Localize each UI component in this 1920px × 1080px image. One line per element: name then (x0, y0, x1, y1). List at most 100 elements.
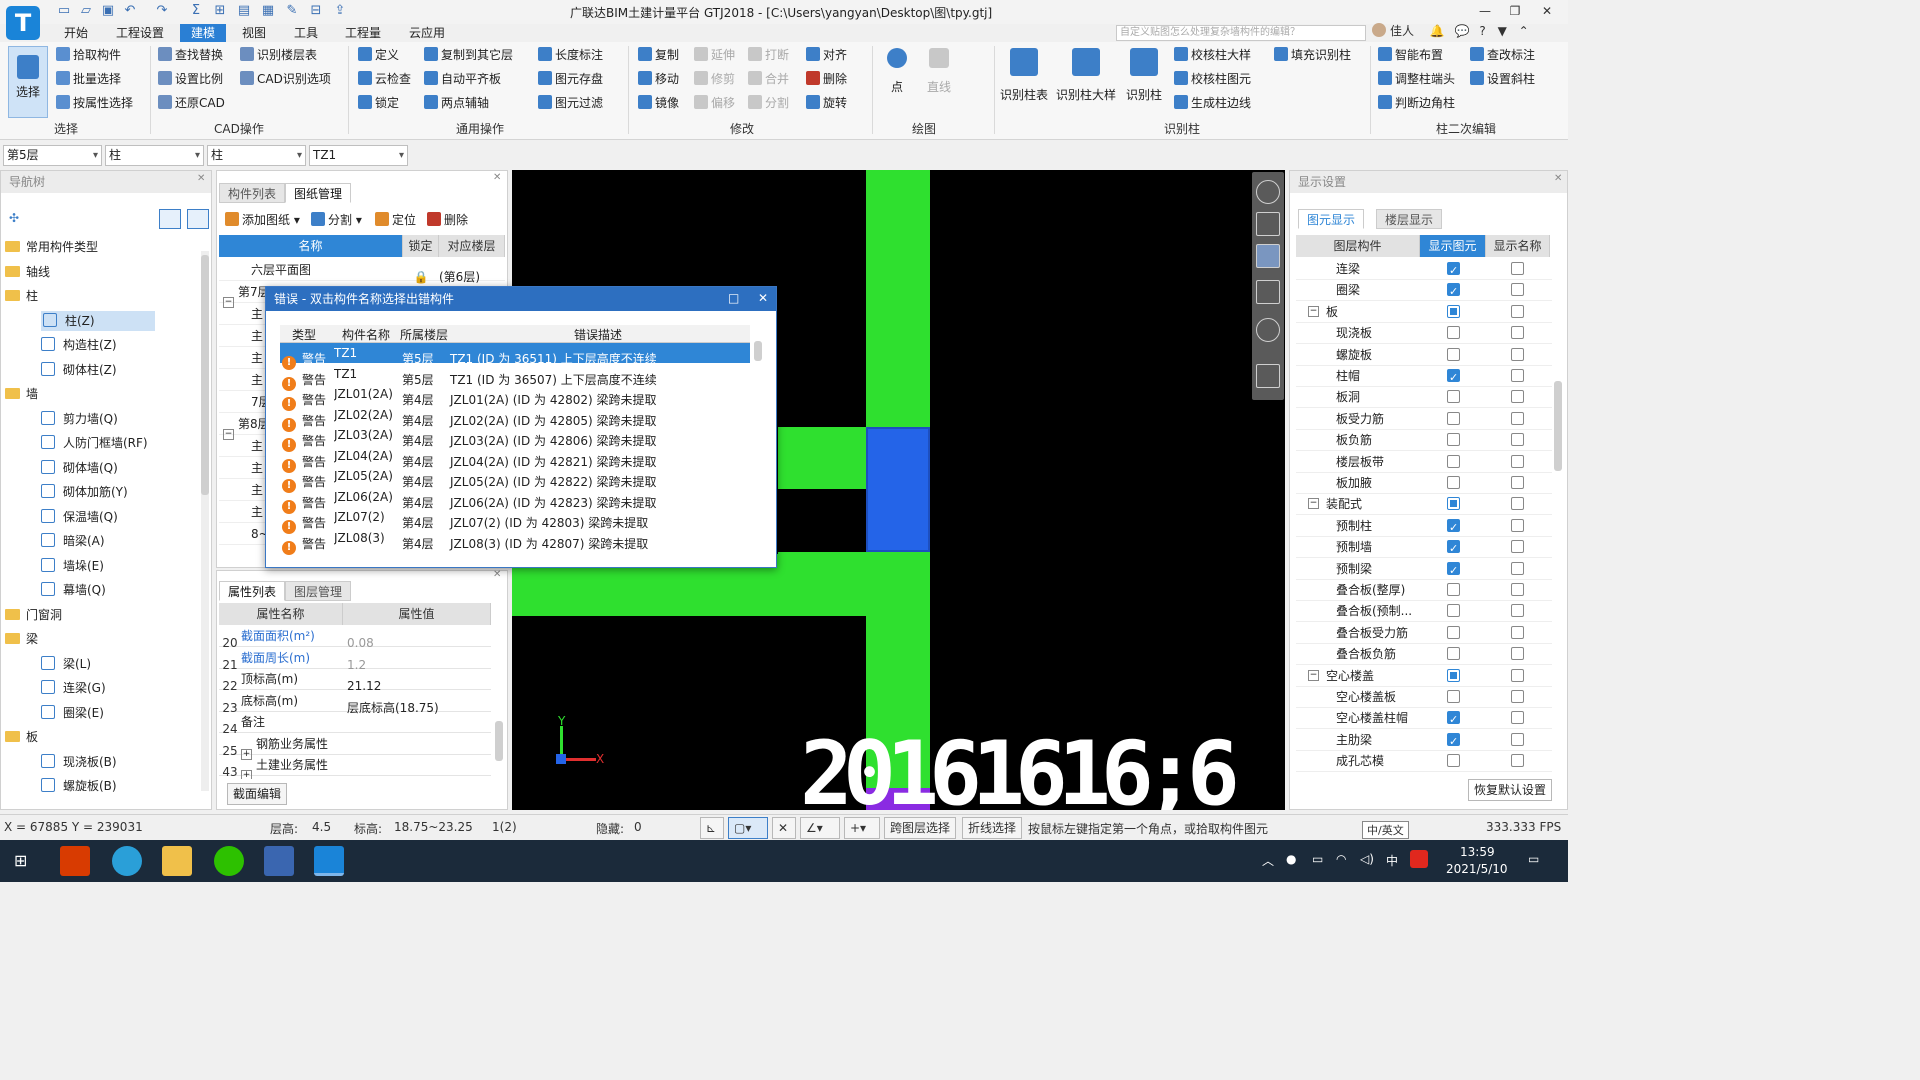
nav-item[interactable]: 梁(L) (41, 654, 91, 674)
angle-icon[interactable]: ∠▾ (800, 817, 840, 839)
type-select[interactable]: 柱 (207, 145, 306, 166)
close-icon[interactable]: ✕ (758, 291, 768, 305)
error-row[interactable]: ! 警告 JZL06(2A) 第4层 JZL06(2A) (ID 为 42823) 梁跨… (280, 487, 750, 514)
edge-browser-icon[interactable] (112, 846, 142, 876)
col-header-desc[interactable]: 错误描述 (574, 326, 622, 343)
section-edit-button[interactable]: 截面编辑 (227, 783, 288, 805)
col-header-component[interactable]: 构件名称 (342, 326, 390, 343)
box-view-icon[interactable] (1256, 280, 1280, 304)
show-name-checkbox[interactable] (1511, 369, 1524, 382)
volume-icon[interactable]: ◁) (1360, 852, 1374, 866)
nav-folder[interactable]: 板 (5, 727, 38, 747)
gtj-app-icon[interactable] (314, 846, 344, 876)
smart-layout-button[interactable]: 智能布置 (1378, 46, 1443, 64)
col-header-lock[interactable]: 锁定 (403, 235, 439, 257)
new-file-icon[interactable]: ▭ (56, 3, 72, 19)
expand-icon[interactable]: + (241, 770, 252, 779)
dynamic-input-icon[interactable]: ✕ (772, 817, 796, 839)
select-by-attr-button[interactable]: 按属性选择 (56, 94, 133, 112)
minimize-button[interactable]: — (1470, 2, 1500, 20)
help-search-input[interactable]: 自定义贴图怎么处理复杂墙构件的编辑？ (1116, 25, 1366, 41)
nav-item[interactable]: 人防门框墙(RF) (41, 433, 148, 453)
select-button[interactable]: 选择 (8, 46, 48, 118)
battery-icon[interactable]: ▭ (1312, 852, 1323, 866)
list-view-icon[interactable] (159, 209, 181, 229)
ortho-icon[interactable]: ⊾ (700, 817, 724, 839)
prop-scrollbar[interactable] (495, 721, 503, 761)
table-row[interactable]: 24 备注 (219, 711, 491, 736)
show-element-checkbox[interactable] (1447, 347, 1460, 361)
grid-view-icon[interactable] (187, 209, 209, 229)
nav-item[interactable]: 暗梁(A) (41, 531, 105, 551)
green-beam-left-upper[interactable] (778, 427, 866, 489)
check-column-element-button[interactable]: 校核柱图元 (1174, 70, 1251, 88)
show-element-checkbox[interactable] (1447, 583, 1460, 596)
table-row[interactable]: 23 底标高(m) 层底标高(18.75) (219, 690, 491, 715)
nav-item[interactable]: 连梁(G) (41, 678, 106, 698)
tab-project-settings[interactable]: 工程设置 (110, 24, 170, 42)
show-name-checkbox[interactable] (1511, 604, 1524, 618)
batch-select-button[interactable]: 批量选择 (56, 70, 121, 88)
open-file-icon[interactable]: ▱ (78, 3, 94, 19)
show-element-checkbox[interactable] (1447, 517, 1460, 539)
tray-wechat-icon[interactable]: ● (1286, 852, 1296, 866)
collapse-icon[interactable]: − (1308, 669, 1319, 681)
show-name-checkbox[interactable] (1511, 283, 1524, 297)
layer-view-icon[interactable] (1256, 364, 1280, 388)
show-name-checkbox[interactable] (1511, 326, 1524, 340)
define-button[interactable]: 定义 (358, 46, 399, 64)
show-name-checkbox[interactable] (1511, 347, 1524, 361)
locate-button[interactable]: 定位 (375, 211, 416, 229)
set-slant-column-button[interactable]: 设置斜柱 (1470, 70, 1535, 88)
lock-button[interactable]: 锁定 (358, 94, 399, 112)
rotate-view-icon[interactable] (1256, 318, 1280, 342)
layer-row[interactable]: − 板 (1296, 301, 1552, 323)
show-element-checkbox[interactable] (1447, 454, 1460, 468)
error-row[interactable]: ! 警告 TZ1 第5层 TZ1 (ID 为 36507) 上下层高度不连续 (280, 364, 750, 391)
polyline-select-button[interactable]: 折线选择 (962, 817, 1023, 839)
show-element-checkbox[interactable] (1447, 304, 1460, 318)
col-header-floor[interactable]: 对应楼层 (439, 235, 505, 257)
close-icon[interactable]: ✕ (1554, 173, 1562, 184)
tray-chevron-icon[interactable]: ︿ (1262, 852, 1274, 869)
show-element-checkbox[interactable] (1447, 731, 1460, 753)
show-name-checkbox[interactable] (1511, 476, 1524, 489)
show-name-checkbox[interactable] (1511, 262, 1524, 275)
summary-icon[interactable]: ⊞ (212, 3, 228, 19)
office-icon[interactable] (60, 846, 90, 876)
nav-folder[interactable]: 常用构件类型 (5, 237, 98, 257)
pin-icon[interactable]: ⌃ (1519, 24, 1529, 38)
error-row[interactable]: ! 警告 JZL07(2) 第4层 JZL07(2) (ID 为 42803) 梁跨未提… (280, 507, 750, 534)
nav-item[interactable]: 砌体加筋(Y) (41, 482, 128, 502)
layer-row[interactable]: 空心楼盖板 (1296, 686, 1552, 708)
layer-row[interactable]: 楼层板带 (1296, 451, 1552, 473)
collapse-icon[interactable]: − (1308, 305, 1319, 317)
nav-folder[interactable]: 轴线 (5, 262, 50, 282)
layer-row[interactable]: − 空心楼盖 (1296, 665, 1552, 687)
copy-to-floor-button[interactable]: 复制到其它层 (424, 46, 513, 64)
error-row[interactable]: ! 警告 TZ1 第5层 TZ1 (ID 为 36511) 上下层高度不连续 (280, 343, 750, 370)
error-row[interactable]: ! 警告 JZL01(2A) 第4层 JZL01(2A) (ID 为 42802) 梁跨… (280, 384, 750, 411)
col-header-name[interactable]: 名称 (219, 235, 403, 257)
error-scrollbar[interactable] (754, 341, 762, 361)
show-element-checkbox[interactable] (1447, 709, 1460, 731)
nav-item[interactable]: 砌体柱(Z) (41, 360, 117, 380)
show-element-checkbox[interactable] (1447, 433, 1460, 447)
gen-column-edge-button[interactable]: 生成柱边线 (1174, 94, 1251, 112)
show-element-checkbox[interactable] (1447, 497, 1460, 511)
extend-button[interactable]: 延伸 (694, 46, 735, 64)
judge-corner-column-button[interactable]: 判断边角柱 (1378, 94, 1455, 112)
layer-row[interactable]: 板受力筋 (1296, 408, 1552, 430)
layer-row[interactable]: 现浇板 (1296, 322, 1552, 345)
error-row[interactable]: ! 警告 JZL02(2A) 第4层 JZL02(2A) (ID 为 42805) 梁跨… (280, 405, 750, 432)
delete-drawing-button[interactable]: 删除 (427, 211, 468, 229)
wechat-icon[interactable] (214, 846, 244, 876)
adjust-column-end-button[interactable]: 调整柱端头 (1378, 70, 1455, 88)
element-filter-button[interactable]: 图元过滤 (538, 94, 603, 112)
close-icon[interactable]: ✕ (493, 569, 501, 580)
recognize-column-detail-button[interactable]: 识别柱大样 (1056, 48, 1116, 103)
show-element-checkbox[interactable] (1447, 754, 1460, 768)
shirt-icon[interactable]: ▼ (1498, 24, 1507, 38)
show-element-checkbox[interactable] (1447, 668, 1460, 682)
redo-icon[interactable]: ↷ (154, 3, 170, 19)
